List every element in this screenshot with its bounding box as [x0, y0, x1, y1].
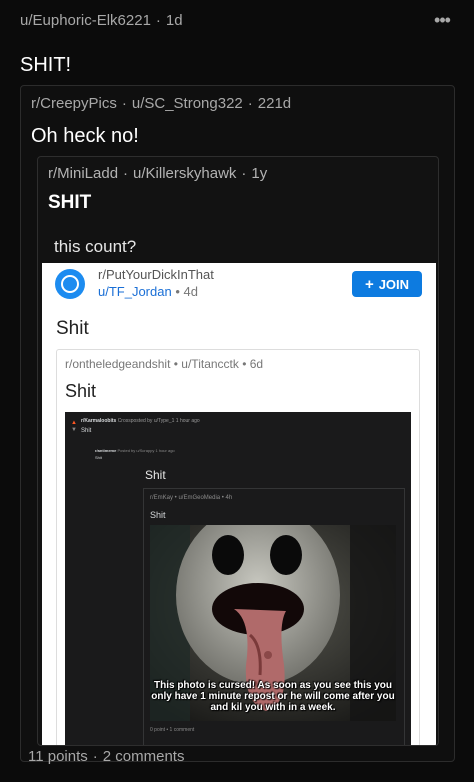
- post-age: 1d: [165, 12, 183, 29]
- nested-username[interactable]: u/Killerskyhawk: [133, 165, 236, 182]
- screenshot-subreddit: r/PutYourDickInThat: [98, 267, 214, 282]
- join-button: + JOIN: [352, 271, 422, 297]
- plus-icon: +: [364, 275, 374, 293]
- nested-age: 1y: [251, 165, 268, 182]
- crosspost-subreddit[interactable]: r/CreepyPics: [31, 95, 117, 112]
- points-count: 11 points: [28, 748, 88, 765]
- dark-title-4: Shit: [150, 510, 166, 520]
- inner-card-title: Shit: [65, 381, 97, 401]
- crosspost-age: 221d: [257, 95, 292, 112]
- cursed-photo: This photo is cursed! As soon as you see…: [150, 525, 396, 721]
- nested-subreddit[interactable]: r/MiniLadd: [48, 165, 118, 182]
- screenshot-age: 4d: [183, 284, 198, 299]
- inner-username: u/Titancctk: [181, 357, 239, 371]
- comments-link[interactable]: 2 comments: [103, 748, 185, 765]
- meta-separator: ·: [121, 95, 127, 112]
- dark-title-1: Shit: [81, 428, 92, 434]
- post-title[interactable]: SHIT!: [20, 54, 71, 77]
- embedded-screenshot[interactable]: r/PutYourDickInThat u/TF_Jordan • 4d + JO…: [42, 263, 436, 745]
- nested-crosspost-card[interactable]: r/MiniLadd · u/Killerskyhawk · 1y SHIT this …: [37, 156, 439, 746]
- crosspost-title[interactable]: Oh heck no!: [31, 125, 139, 148]
- dark-crosspost-frame: r/EmKay • u/EmGeoMedia • 4h Shit This ph…: [143, 488, 405, 745]
- dark-meta-line-1: r/Karmaloobits Crossposted by u/Type_1 1…: [81, 418, 200, 424]
- vote-arrows-icon: ▲ ▼: [71, 420, 77, 433]
- crosspost-meta: r/CreepyPics · u/SC_Strong322 · 221d: [31, 95, 291, 112]
- community-planet-icon[interactable]: [55, 269, 85, 299]
- dark-title-3: Shit: [145, 468, 166, 482]
- screenshot-title: Shit: [56, 318, 89, 339]
- screenshot-inner-card: r/ontheledgeandshit • u/Titancctk • 6d S…: [56, 349, 420, 745]
- inner-subreddit: r/ontheledgeandshit: [65, 357, 171, 371]
- meta-separator: ·: [92, 748, 98, 765]
- meta-separator: ·: [155, 12, 161, 29]
- dark-screenshot: ▲ ▼ r/Karmaloobits Crossposted by u/Type_…: [65, 412, 411, 745]
- post-meta: u/Euphoric-Elk6221 · 1d: [20, 12, 183, 29]
- dark-meta-line-2: r/antimeme Posted by u/Scrappy 1 hour ag…: [95, 448, 175, 453]
- post-footer: 11 points · 2 comments: [28, 748, 184, 765]
- inner-card-meta: r/ontheledgeandshit • u/Titancctk • 6d: [65, 357, 264, 371]
- screenshot-user-line: u/TF_Jordan • 4d: [98, 284, 198, 299]
- meta-separator: ·: [123, 165, 129, 182]
- meta-separator: ·: [241, 165, 247, 182]
- nested-body-text: this count?: [54, 237, 137, 256]
- dark-meta-line-3: r/EmKay • u/EmGeoMedia • 4h: [150, 495, 233, 501]
- join-label: JOIN: [378, 276, 410, 292]
- screenshot-username: u/TF_Jordan: [98, 284, 172, 299]
- inner-age: 6d: [249, 357, 264, 371]
- post-container: u/Euphoric-Elk6221 · 1d ••• SHIT! r/Creepy…: [0, 0, 474, 782]
- more-horizontal-icon[interactable]: •••: [430, 10, 454, 30]
- nested-title[interactable]: SHIT: [48, 192, 91, 214]
- meta-separator: ·: [247, 95, 253, 112]
- post-username[interactable]: u/Euphoric-Elk6221: [20, 12, 151, 29]
- dark-title-2: Shit: [95, 455, 102, 460]
- nested-crosspost-meta: r/MiniLadd · u/Killerskyhawk · 1y: [48, 165, 267, 182]
- dark-comment-count: 0 point • 1 comment: [150, 727, 195, 733]
- crosspost-username[interactable]: u/SC_Strong322: [132, 95, 243, 112]
- crosspost-card[interactable]: r/CreepyPics · u/SC_Strong322 · 221d Oh heck…: [20, 85, 455, 762]
- cursed-caption: This photo is cursed! As soon as you see…: [151, 680, 395, 713]
